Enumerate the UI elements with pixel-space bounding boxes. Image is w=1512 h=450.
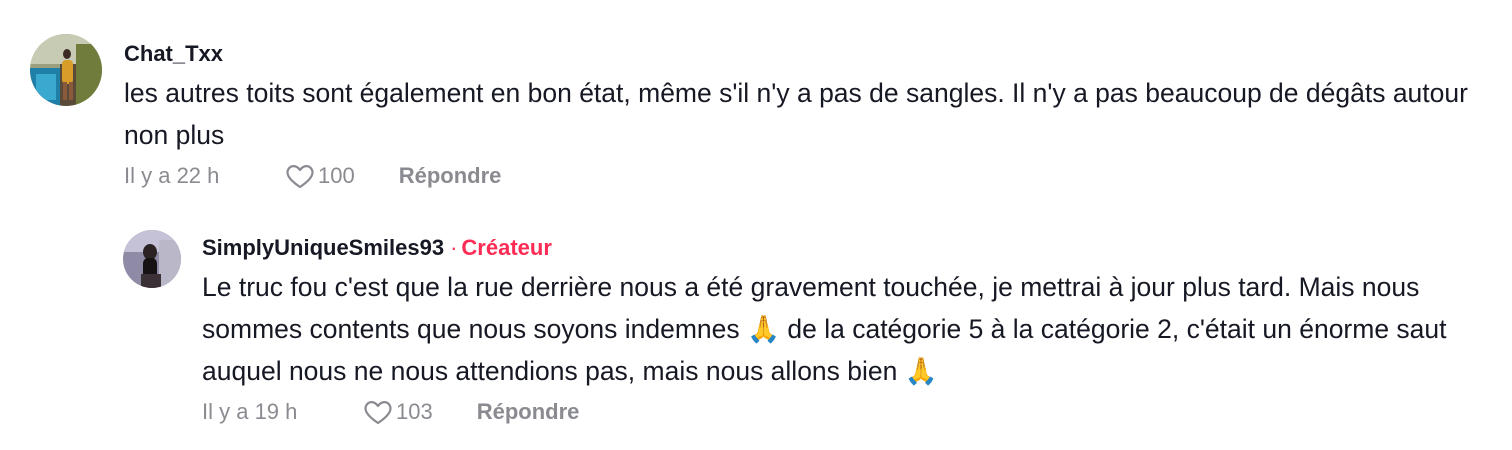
avatar[interactable] [123, 230, 181, 288]
reply-username[interactable]: SimplyUniqueSmiles93 [202, 234, 444, 262]
avatar[interactable] [30, 34, 102, 106]
like-button[interactable]: 103 [362, 398, 433, 426]
comment-text: les autres toits sont également en bon é… [124, 78, 1468, 150]
reply-button[interactable]: Répondre [399, 163, 502, 189]
creator-badge: Créateur [461, 235, 552, 260]
comment-item: Chat_Txx les autres toits sont également… [30, 34, 1490, 194]
reply-text: Le truc fou c'est que la rue derrière no… [202, 272, 1447, 386]
comment-username[interactable]: Chat_Txx [124, 40, 223, 68]
reply-item: SimplyUniqueSmiles93 · Créateur Le truc … [123, 230, 1498, 430]
like-count: 103 [396, 399, 433, 424]
like-count: 100 [318, 163, 355, 188]
comment-time: Il y a 22 h [124, 163, 220, 188]
reply-time: Il y a 19 h [202, 399, 298, 424]
badge-separator: · [450, 235, 458, 260]
reply-button[interactable]: Répondre [477, 399, 580, 425]
heart-outline-icon [364, 401, 392, 425]
like-button[interactable]: 100 [284, 162, 355, 190]
heart-outline-icon [286, 165, 314, 189]
